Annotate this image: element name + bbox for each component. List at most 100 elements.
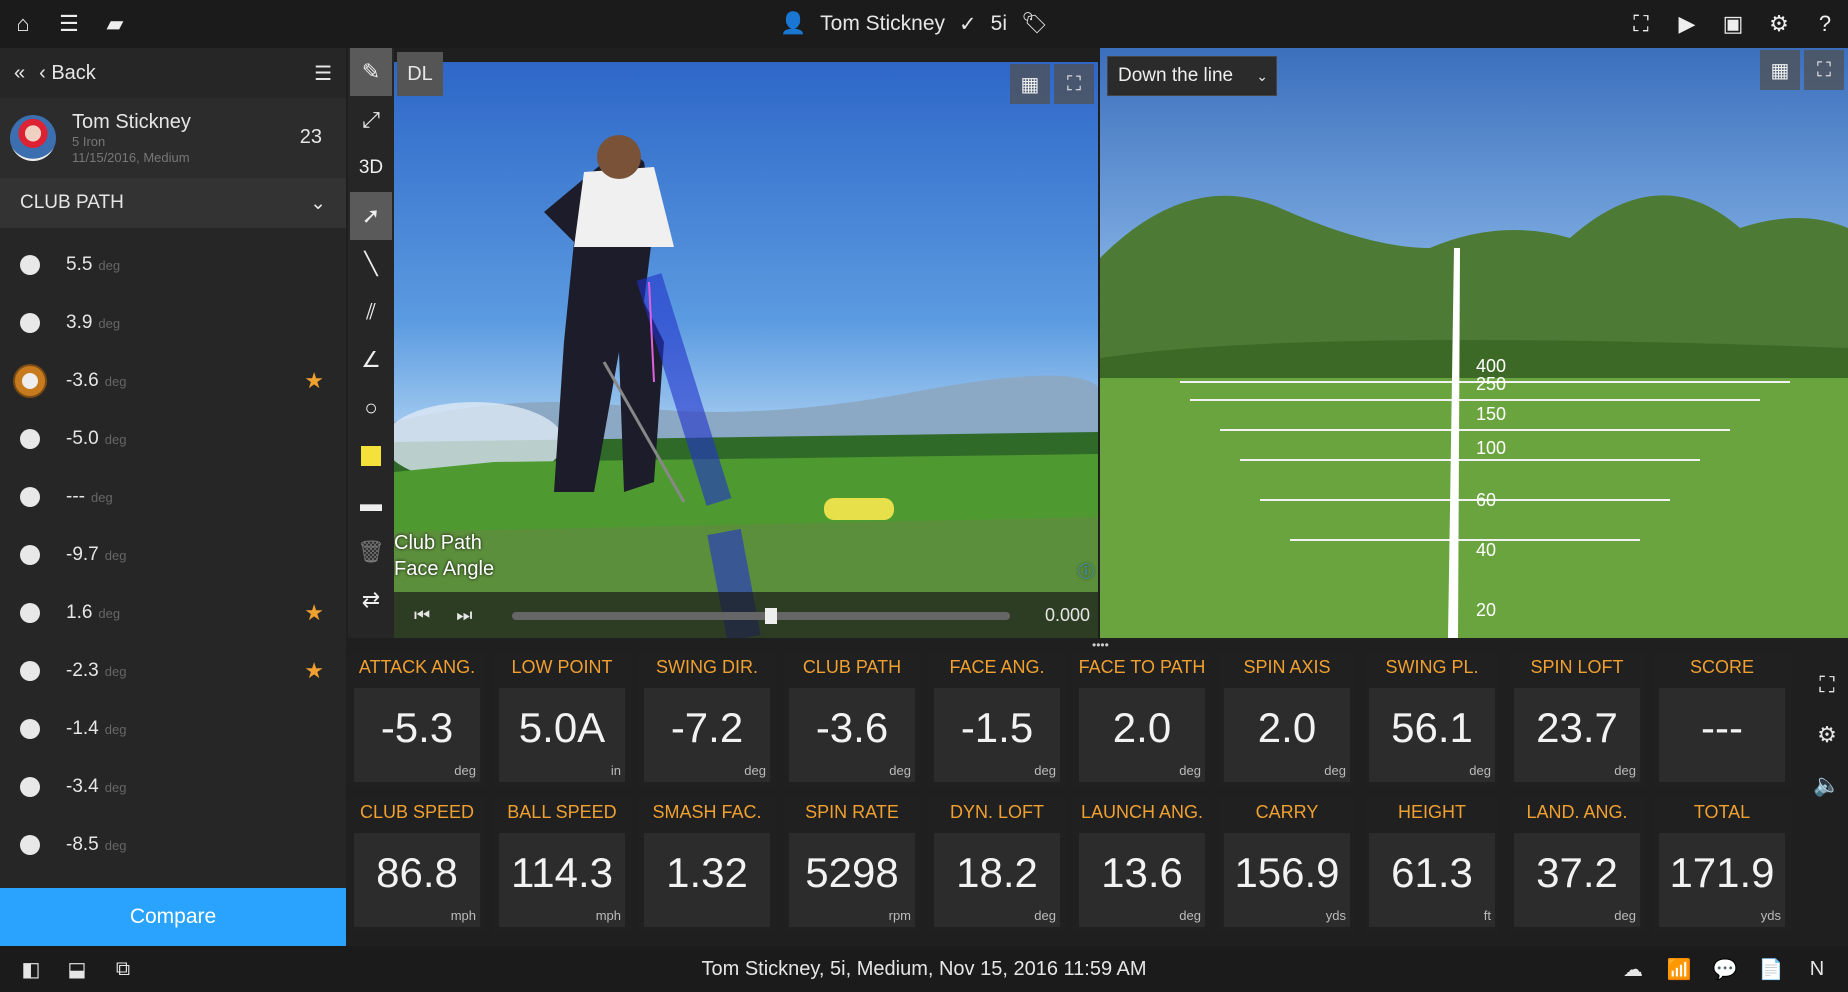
metric-tile[interactable]: CLUB SPEED 86.8 mph	[348, 797, 486, 933]
info-icon[interactable]: ⓘ	[1078, 558, 1094, 582]
grid-icon[interactable]: ▦	[1010, 64, 1050, 104]
capture-icon[interactable]: ⛶	[1618, 0, 1664, 48]
metric-tile[interactable]: HEIGHT 61.3 ft	[1363, 797, 1501, 933]
list-icon[interactable]: ☰	[46, 0, 92, 48]
compare-button[interactable]: Compare	[0, 888, 346, 946]
shot-item[interactable]: -3.6 deg ★	[0, 352, 346, 410]
shot-radio[interactable]	[20, 835, 40, 855]
metric-tile[interactable]: SPIN AXIS 2.0 deg	[1218, 652, 1356, 788]
back-button[interactable]: ‹ Back	[39, 62, 96, 85]
shot-item[interactable]: 1.6 deg ★	[0, 584, 346, 642]
shot-radio[interactable]	[20, 661, 40, 681]
color-swatch-icon[interactable]	[348, 432, 394, 480]
metric-tile[interactable]: SPIN LOFT 23.7 deg	[1508, 652, 1646, 788]
metric-tile[interactable]: SMASH FAC. 1.32	[638, 797, 776, 933]
shot-item[interactable]: -9.7 deg	[0, 526, 346, 584]
header-user[interactable]: Tom Stickney	[820, 12, 945, 36]
grid-icon[interactable]: ▦	[1760, 50, 1800, 90]
message-icon[interactable]: 💬	[1702, 946, 1748, 992]
shot-radio[interactable]	[20, 255, 40, 275]
shot-radio[interactable]	[20, 429, 40, 449]
metric-tile[interactable]: CLUB PATH -3.6 deg	[783, 652, 921, 788]
gear-icon[interactable]: ⚙	[1806, 710, 1848, 760]
pencil-icon[interactable]: ✎	[350, 48, 392, 96]
shot-radio[interactable]	[20, 545, 40, 565]
metric-selector[interactable]: CLUB PATH ⌄	[0, 178, 346, 228]
shot-radio[interactable]	[20, 777, 40, 797]
3d-button[interactable]: 3D	[348, 144, 394, 192]
metric-tile[interactable]: LAUNCH ANG. 13.6 deg	[1073, 797, 1211, 933]
swing-video[interactable]: ▦ ⛶ Club Path Face Angle ⓘ	[394, 62, 1098, 638]
pointer-icon[interactable]: ➚	[350, 192, 392, 240]
circle-icon[interactable]: ○	[348, 384, 394, 432]
n-icon[interactable]: N	[1794, 946, 1840, 992]
shot-radio[interactable]	[20, 487, 40, 507]
resize-handle[interactable]: ••••	[1092, 639, 1116, 651]
metric-unit: yds	[1325, 908, 1346, 923]
3d-view[interactable]: ▦ ⛶ 400 250 150 100 60 40 20	[1100, 48, 1848, 638]
skip-back-icon[interactable]: ⏮	[414, 605, 430, 626]
collapse-icon[interactable]: «	[14, 62, 25, 85]
metric-tile[interactable]: TOTAL 171.9 yds	[1653, 797, 1791, 933]
stroke-width-icon[interactable]: ▬	[348, 480, 394, 528]
cloud-icon[interactable]: ☁	[1610, 946, 1656, 992]
metric-tile[interactable]: FACE TO PATH 2.0 deg	[1073, 652, 1211, 788]
shot-item[interactable]: 3.9 deg	[0, 294, 346, 352]
fullscreen-icon[interactable]: ⛶	[1804, 50, 1844, 90]
shot-item[interactable]: --- deg	[0, 468, 346, 526]
star-icon[interactable]: ★	[304, 368, 324, 394]
expand-icon[interactable]: ⛶	[1806, 660, 1848, 710]
shot-item[interactable]: -1.4 deg	[0, 700, 346, 758]
timeline-thumb[interactable]	[764, 608, 777, 624]
menu-icon[interactable]: ☰	[314, 61, 332, 86]
chart-icon[interactable]: 📶	[1656, 946, 1702, 992]
volume-icon[interactable]: 🔈	[1806, 760, 1848, 810]
shot-radio[interactable]	[20, 603, 40, 623]
resize-icon[interactable]: ⤢	[348, 96, 394, 144]
swap-icon[interactable]: ⇄	[348, 576, 394, 624]
shot-radio[interactable]	[15, 366, 45, 396]
metric-tile[interactable]: SCORE ---	[1653, 652, 1791, 788]
metric-tile[interactable]: SPIN RATE 5298 rpm	[783, 797, 921, 933]
shot-item[interactable]: -8.5 deg	[0, 816, 346, 874]
trash-icon[interactable]: 🗑	[348, 528, 394, 576]
metric-tile[interactable]: FACE ANG. -1.5 deg	[928, 652, 1066, 788]
camera-view-select[interactable]: Down the line ⌄	[1107, 56, 1277, 96]
shot-item[interactable]: -3.4 deg	[0, 758, 346, 816]
shot-item[interactable]: 5.5 deg	[0, 236, 346, 294]
angle-icon[interactable]: ∠	[348, 336, 394, 384]
step-forward-icon[interactable]: ⏭	[456, 605, 472, 626]
dl-button[interactable]: DL	[397, 52, 443, 96]
metric-tile[interactable]: SWING DIR. -7.2 deg	[638, 652, 776, 788]
camera-icon[interactable]: ▶	[1664, 0, 1710, 48]
home-icon[interactable]: ⌂	[0, 0, 46, 48]
help-icon[interactable]: ?	[1802, 0, 1848, 48]
fullscreen-icon[interactable]: ⛶	[1054, 64, 1094, 104]
shot-item[interactable]: -2.3 deg ★	[0, 642, 346, 700]
metric-tile[interactable]: BALL SPEED 114.3 mph	[493, 797, 631, 933]
timeline-slider[interactable]	[512, 608, 1010, 624]
folder-icon[interactable]: ▰	[92, 0, 138, 48]
metric-tile[interactable]: ATTACK ANG. -5.3 deg	[348, 652, 486, 788]
shot-radio[interactable]	[20, 719, 40, 739]
shot-item[interactable]: -5.0 deg	[0, 410, 346, 468]
document-icon[interactable]: 📄	[1748, 946, 1794, 992]
header-club[interactable]: 5i	[991, 12, 1007, 36]
metric-tile[interactable]: LOW POINT 5.0A in	[493, 652, 631, 788]
player-card[interactable]: Tom Stickney 5 Iron 11/15/2016, Medium 2…	[0, 98, 346, 178]
line-icon[interactable]: ╲	[348, 240, 394, 288]
tag-icon[interactable]: 🏷	[1021, 12, 1048, 36]
screen-icon[interactable]: ▣	[1710, 0, 1756, 48]
gear-icon[interactable]: ⚙	[1756, 0, 1802, 48]
star-icon[interactable]: ★	[304, 658, 324, 684]
metric-label: SCORE	[1689, 657, 1754, 677]
shot-value: -5.0	[66, 428, 99, 449]
metric-tile[interactable]: LAND. ANG. 37.2 deg	[1508, 797, 1646, 933]
metric-tile[interactable]: SWING PL. 56.1 deg	[1363, 652, 1501, 788]
metric-unit: deg	[1614, 908, 1636, 923]
shot-radio[interactable]	[20, 313, 40, 333]
double-line-icon[interactable]: ⫽	[348, 288, 394, 336]
star-icon[interactable]: ★	[304, 600, 324, 626]
metric-tile[interactable]: DYN. LOFT 18.2 deg	[928, 797, 1066, 933]
metric-tile[interactable]: CARRY 156.9 yds	[1218, 797, 1356, 933]
